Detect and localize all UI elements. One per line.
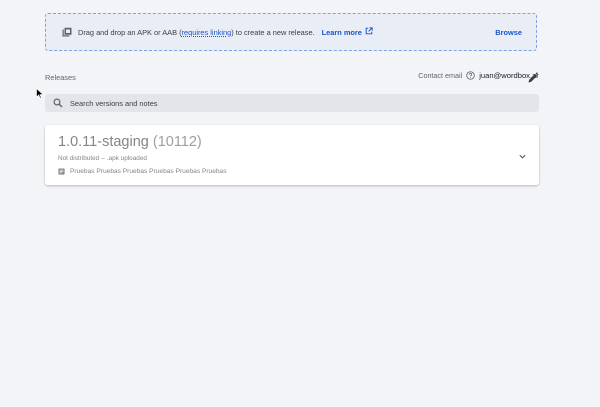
upload-file-icon bbox=[62, 27, 72, 37]
release-notes-text: Pruebas Pruebas Pruebas Pruebas Pruebas … bbox=[70, 168, 227, 175]
browse-button[interactable]: Browse bbox=[495, 28, 522, 37]
status-separator: – bbox=[101, 155, 105, 162]
distribution-status: Not distributed bbox=[58, 155, 100, 162]
chevron-down-icon[interactable] bbox=[518, 152, 527, 161]
edit-pencil-icon[interactable] bbox=[527, 72, 539, 84]
release-build-number: (10112) bbox=[152, 134, 202, 150]
search-icon bbox=[53, 98, 63, 108]
release-card[interactable]: 1.0.11-staging (10112) Not distributed –.… bbox=[45, 125, 539, 185]
help-icon[interactable] bbox=[466, 71, 475, 80]
search-input[interactable] bbox=[68, 97, 472, 109]
releases-heading: Releases bbox=[45, 73, 76, 82]
learn-more-label: Learn more bbox=[321, 27, 362, 37]
release-notes: Pruebas Pruebas Pruebas Pruebas Pruebas … bbox=[58, 168, 526, 175]
learn-more-link[interactable]: Learn more bbox=[322, 27, 373, 37]
search-bar[interactable] bbox=[45, 94, 539, 112]
external-link-icon bbox=[365, 27, 373, 37]
release-status: Not distributed – .apk uploaded bbox=[58, 155, 526, 162]
notes-icon bbox=[58, 168, 65, 175]
dropzone-text: Drag and drop an APK or AAB (requires li… bbox=[78, 27, 315, 37]
contact-email-row: Contact email juan@wordbox.ai bbox=[418, 71, 538, 80]
release-version: 1.0.11-staging bbox=[58, 134, 149, 150]
release-title: 1.0.11-staging (10112) bbox=[58, 133, 526, 151]
contact-email-label: Contact email bbox=[418, 71, 463, 80]
upload-status: .apk uploaded bbox=[106, 155, 147, 162]
mouse-cursor-icon bbox=[36, 88, 44, 99]
upload-dropzone[interactable]: Drag and drop an APK or AAB (requires li… bbox=[45, 13, 537, 51]
requires-linking-link[interactable]: requires linking bbox=[182, 28, 232, 37]
